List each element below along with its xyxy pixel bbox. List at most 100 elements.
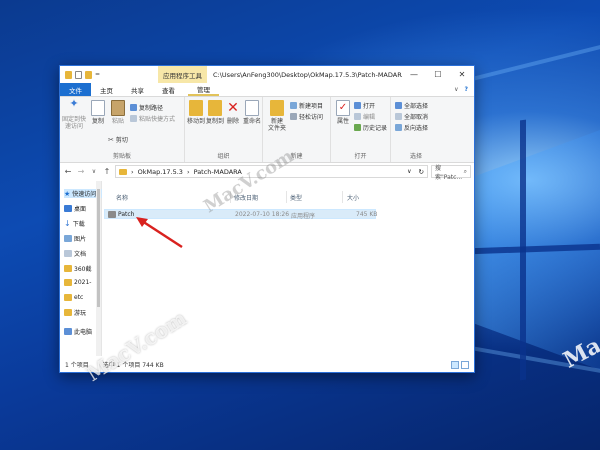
delete-button[interactable]: ✕ 删除 [225, 100, 241, 125]
column-divider[interactable] [342, 191, 343, 203]
history-icon [354, 124, 361, 131]
help-icon[interactable]: ? [465, 86, 468, 93]
folder-icon [64, 309, 72, 316]
desktop-icon [64, 205, 72, 212]
new-folder-button[interactable]: 新建 文件夹 [266, 100, 288, 132]
copy-button[interactable]: 复制 [88, 100, 108, 125]
tab-manage[interactable]: 管理 [188, 83, 219, 96]
minimize-button[interactable]: — [402, 66, 426, 83]
properties-icon[interactable] [75, 70, 82, 79]
tab-view[interactable]: 查看 [153, 83, 184, 96]
arrow-line [141, 219, 183, 249]
customize-icon[interactable]: = [95, 71, 100, 78]
folder-icon [64, 265, 72, 272]
navigation-pane: ★ 快速访问 桌面 ↓ 下载 图片 文档 360截 2021- etc 游玩 此… [60, 181, 102, 358]
up-button[interactable]: ↑ [102, 167, 112, 176]
recent-locations-icon[interactable]: ∨ [89, 168, 99, 175]
folder-icon [64, 279, 72, 286]
pin-quick-access-button[interactable]: ✦ 固定到快 速访问 [62, 97, 86, 130]
properties-check-icon: ✓ [336, 100, 350, 116]
move-folder-icon [189, 100, 203, 116]
search-icon: ⌕ [463, 167, 467, 175]
refresh-button[interactable]: ↻ [419, 168, 427, 176]
new-folder-icon[interactable] [85, 70, 92, 79]
paste-button[interactable]: 粘贴 [108, 100, 128, 125]
select-none-icon [395, 113, 402, 120]
back-button[interactable]: ← [63, 167, 73, 176]
move-to-button[interactable]: 移动到 [187, 100, 205, 125]
column-divider[interactable] [286, 191, 287, 203]
application-icon [108, 211, 116, 218]
documents-icon [64, 250, 72, 257]
column-header-type[interactable]: 类型 [290, 193, 302, 202]
copy-to-button[interactable]: 复制到 [206, 100, 224, 125]
breadcrumb-patch-madara[interactable]: Patch-MADARA [194, 168, 242, 176]
select-all-icon [395, 102, 402, 109]
tab-share[interactable]: 共享 [122, 83, 153, 96]
clipboard-icon [111, 100, 125, 116]
group-clipboard: ✦ 固定到快 速访问 复制 粘贴 复制路径 粘贴快捷方式 ✂ 剪切 剪贴板 [60, 97, 185, 162]
properties-button[interactable]: ✓ 属性 [334, 100, 352, 125]
edit-button[interactable]: 编辑 [354, 112, 375, 121]
select-none-button[interactable]: 全部取消 [395, 112, 428, 121]
computer-icon [64, 328, 72, 335]
easy-access-button[interactable]: 轻松访问 [290, 112, 323, 121]
file-date: 2022-07-10 18:26 [235, 211, 290, 218]
invert-selection-icon [395, 124, 402, 131]
paste-shortcut-icon [130, 115, 137, 122]
scissors-icon: ✂ [108, 136, 114, 144]
close-button[interactable]: ✕ [450, 66, 474, 83]
group-label-open: 打开 [354, 153, 367, 160]
details-view-button[interactable] [451, 361, 459, 369]
ribbon-tabs: 文件 主页 共享 查看 管理 ∨ ? [60, 83, 474, 97]
copy-path-button[interactable]: 复制路径 [130, 103, 163, 112]
open-icon [354, 102, 361, 109]
copy-path-icon [130, 104, 137, 111]
quick-access-toolbar: = [60, 70, 158, 79]
group-select: 全部选择 全部取消 反向选择 选择 [391, 97, 441, 162]
group-label-clipboard: 剪贴板 [112, 153, 131, 160]
group-organize: 移动到 复制到 ✕ 删除 重命名 组织 [185, 97, 263, 162]
copy-folder-icon [208, 100, 222, 116]
title-bar: = 应用程序工具 C:\Users\AnFeng300\Desktop\OkMa… [60, 66, 474, 83]
cut-button[interactable]: ✂ 剪切 [108, 135, 128, 144]
scrollbar-thumb[interactable] [97, 189, 100, 307]
open-button[interactable]: 打开 [354, 101, 375, 110]
ribbon-collapse-icon[interactable]: ∨ [454, 86, 458, 93]
folder-icon[interactable] [65, 70, 72, 79]
windows-logo-divider [520, 119, 526, 381]
file-explorer-window: = 应用程序工具 C:\Users\AnFeng300\Desktop\OkMa… [59, 65, 475, 386]
navigation-scrollbar[interactable] [96, 181, 101, 358]
folder-icon [119, 168, 127, 175]
tab-home[interactable]: 主页 [91, 83, 122, 96]
file-size: 745 KB [356, 211, 378, 218]
easy-access-icon [290, 113, 297, 120]
column-header-name[interactable]: 名称 [116, 193, 128, 202]
paste-shortcut-button[interactable]: 粘贴快捷方式 [130, 114, 175, 123]
history-button[interactable]: 历史记录 [354, 123, 387, 132]
search-input[interactable]: 搜索"Patc... ⌕ [431, 165, 471, 181]
context-tab-app-tools[interactable]: 应用程序工具 [158, 66, 207, 83]
column-header-size[interactable]: 大小 [347, 193, 359, 202]
group-label-select: 选择 [409, 153, 422, 160]
pin-icon: ✦ [69, 97, 79, 110]
new-item-button[interactable]: 新建项目 [290, 101, 323, 110]
breadcrumb-separator: › [131, 167, 134, 176]
download-icon: ↓ [64, 219, 71, 228]
edit-icon [354, 113, 361, 120]
rename-button[interactable]: 重命名 [242, 100, 262, 125]
address-dropdown-icon[interactable]: ∨ [407, 168, 414, 175]
breadcrumb-okmap[interactable]: OkMap.17.5.3 [138, 168, 183, 176]
invert-selection-button[interactable]: 反向选择 [395, 123, 428, 132]
main-area: ★ 快速访问 桌面 ↓ 下载 图片 文档 360截 2021- etc 游玩 此… [60, 146, 474, 358]
group-new: 新建 文件夹 新建项目 轻松访问 新建 [263, 97, 331, 162]
tab-file[interactable]: 文件 [60, 83, 91, 96]
forward-button[interactable]: → [76, 167, 86, 176]
rename-icon [245, 100, 259, 116]
new-folder-icon [270, 100, 284, 116]
ribbon: ✦ 固定到快 速访问 复制 粘贴 复制路径 粘贴快捷方式 ✂ 剪切 剪贴板 移动… [60, 97, 474, 163]
large-icons-view-button[interactable] [461, 361, 469, 369]
select-all-button[interactable]: 全部选择 [395, 101, 428, 110]
star-icon: ★ [64, 189, 71, 198]
maximize-button[interactable]: ☐ [426, 66, 450, 83]
